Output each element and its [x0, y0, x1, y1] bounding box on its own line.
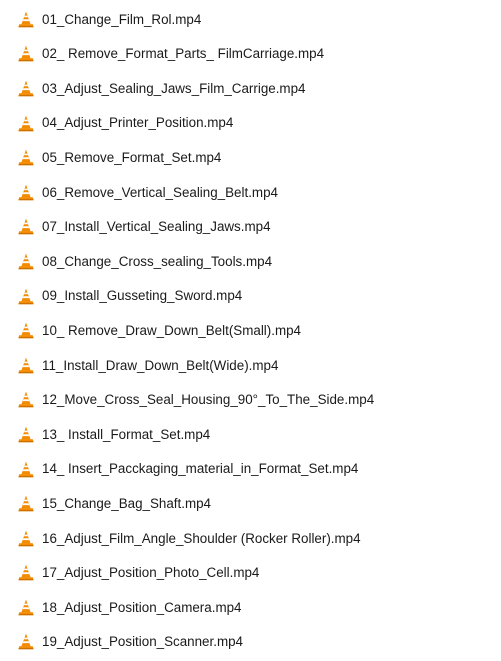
- file-name: 01_Change_Film_Rol.mp4: [42, 11, 202, 27]
- file-item[interactable]: 08_Change_Cross_sealing_Tools.mp4: [0, 244, 501, 279]
- vlc-cone-icon: [18, 322, 34, 339]
- file-item[interactable]: 16_Adjust_Film_Angle_Shoulder (Rocker Ro…: [0, 521, 501, 556]
- file-item[interactable]: 14_ Insert_Pacckaging_material_in_Format…: [0, 452, 501, 487]
- vlc-cone-icon: [18, 218, 34, 235]
- file-name: 07_Install_Vertical_Sealing_Jaws.mp4: [42, 219, 271, 235]
- file-name: 02_ Remove_Format_Parts_ FilmCarriage.mp…: [42, 46, 325, 62]
- file-name: 17_Adjust_Position_Photo_Cell.mp4: [42, 565, 260, 581]
- file-item[interactable]: 04_Adjust_Printer_Position.mp4: [0, 106, 501, 141]
- file-name: 15_Change_Bag_Shaft.mp4: [42, 495, 212, 511]
- vlc-cone-icon: [18, 149, 34, 166]
- vlc-cone-icon: [18, 80, 34, 97]
- file-item[interactable]: 09_Install_Gusseting_Sword.mp4: [0, 279, 501, 314]
- vlc-cone-icon: [18, 391, 34, 408]
- file-item[interactable]: 10_ Remove_Draw_Down_Belt(Small).mp4: [0, 313, 501, 348]
- file-name: 03_Adjust_Sealing_Jaws_Film_Carrige.mp4: [42, 80, 306, 96]
- file-name: 09_Install_Gusseting_Sword.mp4: [42, 288, 243, 304]
- file-name: 06_Remove_Vertical_Sealing_Belt.mp4: [42, 184, 278, 200]
- file-name: 04_Adjust_Printer_Position.mp4: [42, 115, 234, 131]
- vlc-cone-icon: [18, 288, 34, 305]
- file-item[interactable]: 19_Adjust_Position_Scanner.mp4: [0, 625, 501, 660]
- vlc-cone-icon: [18, 115, 34, 132]
- vlc-cone-icon: [18, 357, 34, 374]
- vlc-cone-icon: [18, 253, 34, 270]
- file-name: 05_Remove_Format_Set.mp4: [42, 149, 222, 165]
- vlc-cone-icon: [18, 530, 34, 547]
- vlc-cone-icon: [18, 11, 34, 28]
- file-name: 11_Install_Draw_Down_Belt(Wide).mp4: [42, 357, 279, 373]
- file-item[interactable]: 18_Adjust_Position_Camera.mp4: [0, 590, 501, 625]
- file-item[interactable]: 02_ Remove_Format_Parts_ FilmCarriage.mp…: [0, 37, 501, 72]
- vlc-cone-icon: [18, 45, 34, 62]
- file-item[interactable]: 11_Install_Draw_Down_Belt(Wide).mp4: [0, 348, 501, 383]
- vlc-cone-icon: [18, 184, 34, 201]
- file-name: 13_ Install_Format_Set.mp4: [42, 426, 211, 442]
- file-list: 01_Change_Film_Rol.mp4 02_ Remove_Format…: [0, 2, 501, 659]
- vlc-cone-icon: [18, 599, 34, 616]
- vlc-cone-icon: [18, 564, 34, 581]
- file-item[interactable]: 05_Remove_Format_Set.mp4: [0, 140, 501, 175]
- file-name: 08_Change_Cross_sealing_Tools.mp4: [42, 253, 273, 269]
- vlc-cone-icon: [18, 426, 34, 443]
- file-name: 19_Adjust_Position_Scanner.mp4: [42, 634, 243, 650]
- file-item[interactable]: 12_Move_Cross_Seal_Housing_90°_To_The_Si…: [0, 383, 501, 418]
- vlc-cone-icon: [18, 633, 34, 650]
- file-item[interactable]: 15_Change_Bag_Shaft.mp4: [0, 486, 501, 521]
- file-name: 10_ Remove_Draw_Down_Belt(Small).mp4: [42, 322, 301, 338]
- file-item[interactable]: 07_Install_Vertical_Sealing_Jaws.mp4: [0, 210, 501, 245]
- vlc-cone-icon: [18, 461, 34, 478]
- file-item[interactable]: 17_Adjust_Position_Photo_Cell.mp4: [0, 556, 501, 591]
- file-name: 16_Adjust_Film_Angle_Shoulder (Rocker Ro…: [42, 530, 361, 546]
- file-name: 12_Move_Cross_Seal_Housing_90°_To_The_Si…: [42, 392, 375, 408]
- file-name: 18_Adjust_Position_Camera.mp4: [42, 599, 242, 615]
- file-item[interactable]: 03_Adjust_Sealing_Jaws_Film_Carrige.mp4: [0, 71, 501, 106]
- vlc-cone-icon: [18, 495, 34, 512]
- file-item[interactable]: 06_Remove_Vertical_Sealing_Belt.mp4: [0, 175, 501, 210]
- file-item[interactable]: 01_Change_Film_Rol.mp4: [0, 2, 501, 37]
- file-name: 14_ Insert_Pacckaging_material_in_Format…: [42, 461, 359, 477]
- file-item[interactable]: 13_ Install_Format_Set.mp4: [0, 417, 501, 452]
